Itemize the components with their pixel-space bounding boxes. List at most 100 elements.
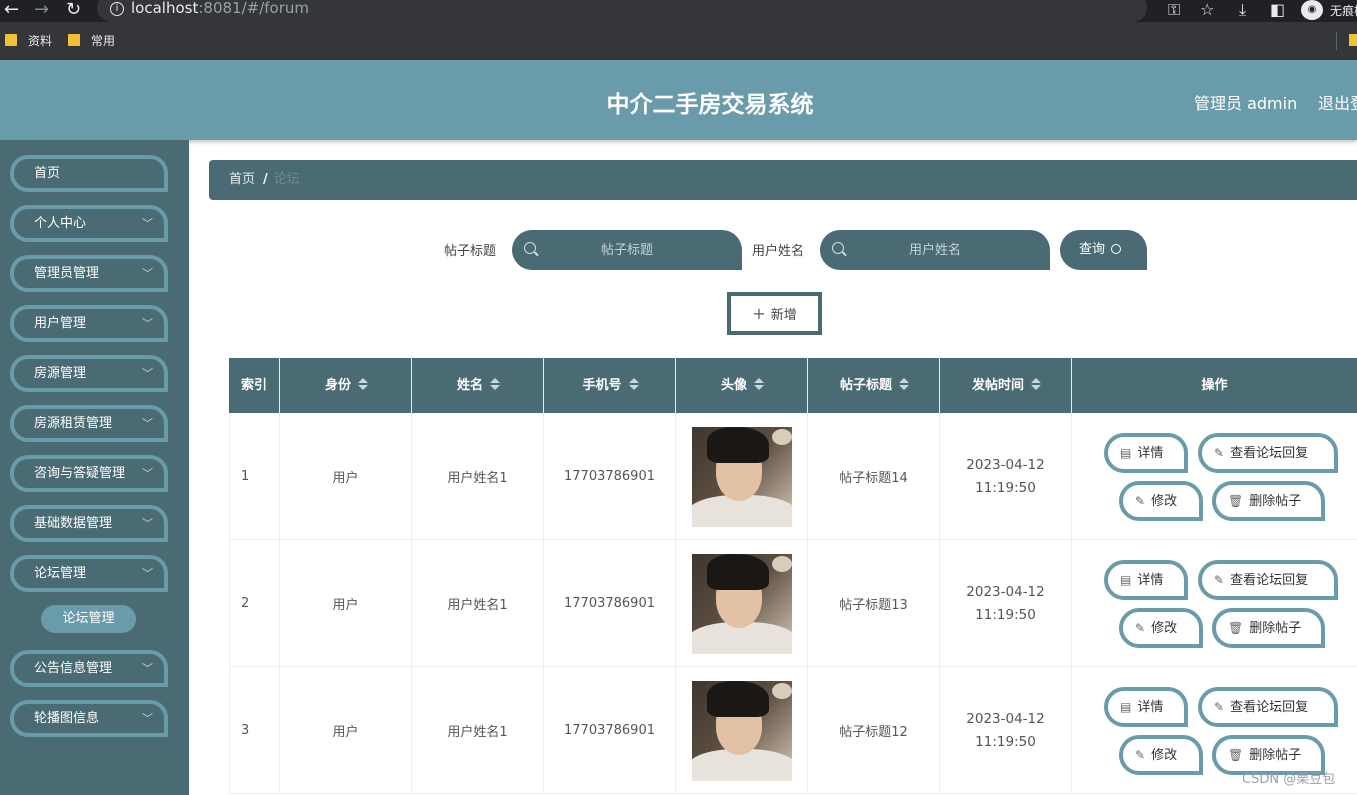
bookmark-folder[interactable]: 资料: [5, 33, 52, 49]
cell-phone: 17703786901: [544, 540, 676, 667]
col-title[interactable]: 帖子标题: [808, 358, 940, 413]
view-replies-button[interactable]: ✎ 查看论坛回复: [1198, 560, 1338, 600]
name-search-box[interactable]: [820, 230, 1050, 270]
folder-icon: [68, 34, 80, 46]
bookmarks-bar: 资料 常用: [0, 22, 1357, 60]
back-icon[interactable]: ←: [4, 0, 19, 20]
table-row: 1 用户 用户姓名1 17703786901 帖子标题14 2023-04-12…: [229, 413, 1357, 540]
delete-button[interactable]: 🗑 删除帖子: [1212, 481, 1325, 521]
address-bar[interactable]: i localhost:8081/#/forum: [97, 0, 1147, 22]
cell-avatar: [676, 540, 808, 667]
edit-button[interactable]: ✎ 修改: [1119, 481, 1203, 521]
name-search-label: 用户姓名: [752, 244, 805, 259]
edit-icon: ✎: [1135, 621, 1146, 635]
reload-icon[interactable]: ↻: [66, 0, 81, 20]
plus-icon: +: [752, 304, 766, 323]
table-row: 2 用户 用户姓名1 17703786901 帖子标题13 2023-04-12…: [229, 540, 1357, 667]
col-role[interactable]: 身份: [280, 358, 412, 413]
chevron-down-icon: ﹀: [142, 567, 153, 580]
breadcrumb-separator: /: [263, 172, 268, 187]
cell-avatar: [676, 413, 808, 540]
document-icon: ▤: [1120, 700, 1132, 714]
add-button[interactable]: + 新增: [727, 292, 822, 335]
cell-index: 3: [229, 667, 280, 794]
app-title: 中介二手房交易系统: [606, 92, 814, 118]
sidebar-item-admins[interactable]: 管理员管理 ﹀: [10, 255, 168, 292]
breadcrumb-home[interactable]: 首页: [229, 172, 255, 187]
sidebar-item-users[interactable]: 用户管理 ﹀: [10, 305, 168, 342]
title-search-box[interactable]: [512, 230, 742, 270]
sidebar-item-notices[interactable]: 公告信息管理 ﹀: [10, 650, 168, 687]
admin-user: 管理员 admin: [1194, 94, 1298, 113]
folder-icon[interactable]: [1349, 34, 1357, 46]
sidebar-item-basic-data[interactable]: 基础数据管理 ﹀: [10, 505, 168, 542]
sidebar-item-carousel[interactable]: 轮播图信息 ﹀: [10, 700, 168, 737]
detail-button[interactable]: ▤ 详情: [1104, 687, 1188, 727]
breadcrumb-current: 论坛: [273, 172, 300, 187]
col-avatar[interactable]: 头像: [676, 358, 808, 413]
chevron-down-icon: ﹀: [142, 517, 153, 530]
sort-icon[interactable]: [628, 378, 639, 390]
app-header: 中介二手房交易系统 管理员 admin 退出登: [0, 60, 1357, 140]
edit-button[interactable]: ✎ 修改: [1119, 735, 1203, 775]
sidebar-item-home[interactable]: 首页: [10, 155, 168, 192]
sort-icon[interactable]: [1031, 378, 1041, 390]
cell-index: 2: [229, 540, 280, 667]
chevron-down-icon: ﹀: [142, 662, 153, 675]
cell-time: 2023-04-12 11:19:50: [940, 667, 1072, 794]
avatar[interactable]: [691, 426, 792, 527]
cell-title: 帖子标题14: [808, 413, 940, 540]
avatar[interactable]: [691, 553, 792, 654]
side-panel-icon[interactable]: ◧: [1270, 0, 1285, 20]
edit-icon: ✎: [1214, 700, 1225, 714]
cell-title: 帖子标题13: [808, 540, 940, 667]
name-search-input[interactable]: [850, 230, 1020, 270]
key-icon[interactable]: ⚿: [1168, 0, 1180, 20]
trash-icon: 🗑: [1228, 494, 1244, 508]
col-name[interactable]: 姓名: [412, 358, 544, 413]
cell-avatar: [676, 667, 808, 794]
col-time[interactable]: 发帖时间: [940, 358, 1072, 413]
sidebar-item-qa[interactable]: 咨询与答疑管理 ﹀: [10, 455, 168, 492]
cell-name: 用户姓名1: [412, 667, 544, 794]
sort-icon[interactable]: [358, 378, 368, 390]
delete-button[interactable]: 🗑 删除帖子: [1212, 608, 1325, 648]
cell-role: 用户: [280, 413, 412, 540]
view-replies-button[interactable]: ✎ 查看论坛回复: [1198, 687, 1338, 727]
cell-phone: 17703786901: [544, 667, 676, 794]
sidebar: 首页 个人中心 ﹀ 管理员管理 ﹀ 用户管理 ﹀ 房源管理 ﹀ 房源租赁管理 ﹀ 咨询与答…: [0, 140, 189, 795]
bookmark-folder[interactable]: 常用: [68, 33, 115, 49]
sidebar-item-houses[interactable]: 房源管理 ﹀: [10, 355, 168, 392]
sidebar-item-forum[interactable]: 论坛管理 ﹀: [10, 555, 168, 592]
detail-button[interactable]: ▤ 详情: [1104, 433, 1188, 473]
sidebar-item-rentals[interactable]: 房源租赁管理 ﹀: [10, 405, 168, 442]
col-index: 索引: [229, 358, 280, 413]
folder-icon: [5, 34, 17, 46]
breadcrumb: 首页 / 论坛: [209, 160, 1357, 200]
sort-icon[interactable]: [490, 378, 500, 390]
sort-icon[interactable]: [754, 378, 764, 390]
sidebar-subitem-forum[interactable]: 论坛管理: [41, 605, 136, 633]
bookmark-star-icon[interactable]: ☆: [1200, 0, 1214, 20]
cell-actions: ▤ 详情 ✎ 查看论坛回复 ✎ 修改 🗑 删除帖子: [1072, 540, 1357, 667]
cell-phone: 17703786901: [544, 413, 676, 540]
search-icon: [524, 242, 536, 254]
title-search-input[interactable]: [542, 230, 712, 270]
sidebar-item-profile[interactable]: 个人中心 ﹀: [10, 205, 168, 242]
forward-icon[interactable]: →: [34, 0, 49, 20]
query-button[interactable]: 查询: [1060, 230, 1147, 270]
info-icon[interactable]: i: [110, 2, 124, 16]
col-phone[interactable]: 手机号: [544, 358, 676, 413]
download-icon[interactable]: ⤓: [1239, 0, 1246, 20]
edit-button[interactable]: ✎ 修改: [1119, 608, 1203, 648]
incognito-icon[interactable]: ◉: [1301, 0, 1323, 20]
detail-button[interactable]: ▤ 详情: [1104, 560, 1188, 600]
avatar[interactable]: [691, 680, 792, 781]
view-replies-button[interactable]: ✎ 查看论坛回复: [1198, 433, 1338, 473]
edit-icon: ✎: [1135, 748, 1146, 762]
logout-button[interactable]: 退出登: [1318, 90, 1357, 114]
edit-icon: ✎: [1214, 573, 1225, 587]
trash-icon: 🗑: [1228, 748, 1244, 762]
sort-icon[interactable]: [899, 378, 909, 390]
chevron-down-icon: ﹀: [142, 712, 153, 725]
